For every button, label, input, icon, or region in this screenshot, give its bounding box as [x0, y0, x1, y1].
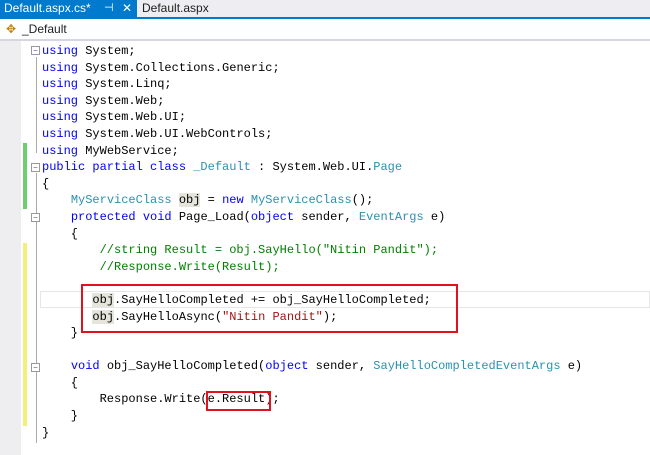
- class-icon: ✥: [6, 22, 17, 36]
- code-token: }: [42, 326, 79, 341]
- code-line: {: [42, 375, 582, 392]
- code-line: using System.Collections.Generic;: [42, 60, 582, 77]
- code-token: object: [265, 359, 309, 374]
- outline-guide: [36, 57, 37, 153]
- code-token: MyWebService;: [78, 143, 179, 158]
- code-token: Page: [373, 160, 403, 175]
- code-line: }: [42, 425, 582, 442]
- code-token: obj_SayHelloCompleted(: [99, 359, 266, 374]
- code-token: }: [42, 409, 79, 424]
- code-token: ();: [351, 193, 374, 208]
- code-token: Page_Load(: [171, 209, 251, 224]
- code-token: sender,: [294, 209, 359, 224]
- code-token: object: [250, 209, 295, 224]
- unsaved-change-bar: [23, 243, 27, 426]
- code-token: using: [42, 44, 79, 58]
- code-token: e): [423, 209, 446, 224]
- code-editor[interactable]: using System; using System.Collections.Ge…: [42, 43, 582, 441]
- collapse-icon[interactable]: −: [31, 163, 40, 172]
- class-dropdown[interactable]: _Default: [22, 22, 67, 36]
- code-line: //string Result = obj.SayHello("Nitin Pa…: [42, 242, 582, 259]
- annotation-box: [206, 391, 271, 411]
- code-token: {: [42, 375, 79, 390]
- navigation-bar[interactable]: ✥ _Default: [0, 19, 650, 41]
- code-token: System.Web;: [78, 93, 165, 108]
- code-line: public partial class _Default : System.W…: [42, 159, 582, 176]
- code-line: using System;: [42, 43, 582, 60]
- code-token: using: [42, 93, 79, 108]
- code-line: {: [42, 226, 582, 243]
- code-token: SayHelloCompletedEventArgs: [373, 359, 561, 374]
- code-line: //Response.Write(Result);: [42, 259, 582, 276]
- code-line: using System.Web.UI.WebControls;: [42, 126, 582, 143]
- tab-default-aspx-cs[interactable]: Default.aspx.cs* ⊣ ✕: [0, 0, 137, 17]
- pin-icon[interactable]: ⊣: [104, 0, 114, 17]
- code-token: obj: [178, 193, 201, 208]
- code-line: protected void Page_Load(object sender, …: [42, 209, 582, 226]
- code-line: Response.Write(e.Result);: [42, 391, 582, 408]
- code-line: using System.Web;: [42, 93, 582, 110]
- annotation-box: [81, 284, 458, 333]
- code-token: MyServiceClass: [70, 193, 172, 208]
- code-token: System.Linq;: [78, 77, 172, 92]
- code-token: using: [42, 110, 79, 125]
- collapse-icon[interactable]: −: [31, 46, 40, 55]
- code-line: using MyWebService;: [42, 143, 582, 160]
- code-token: e): [560, 359, 583, 374]
- code-line: }: [42, 408, 582, 425]
- code-token: {: [42, 226, 79, 241]
- document-tab-strip: Default.aspx.cs* ⊣ ✕ Default.aspx: [0, 0, 650, 19]
- code-token: System.Web.UI.WebControls;: [78, 126, 273, 141]
- code-token: System;: [78, 44, 136, 58]
- code-token: public partial class: [42, 160, 187, 175]
- code-token: using: [42, 60, 79, 75]
- code-token: using: [42, 77, 79, 92]
- code-token: }: [42, 425, 50, 440]
- code-token: //string Result = obj.SayHello("Nitin Pa…: [42, 243, 439, 258]
- tab-default-aspx[interactable]: Default.aspx: [138, 0, 213, 17]
- code-token: System.Web.UI;: [78, 110, 187, 125]
- code-token: protected void: [70, 209, 172, 224]
- editor-gutter: [0, 41, 21, 455]
- tab-label: Default.aspx: [142, 1, 209, 15]
- tab-label: Default.aspx.cs*: [4, 1, 91, 15]
- code-token: void: [70, 359, 100, 374]
- code-token: System.Collections.Generic;: [78, 60, 280, 75]
- code-token: =: [200, 193, 223, 208]
- code-token: EventArgs: [358, 209, 424, 224]
- code-line: using System.Linq;: [42, 76, 582, 93]
- code-token: //Response.Write(Result);: [42, 259, 280, 274]
- code-line: using System.Web.UI;: [42, 109, 582, 126]
- code-token: sender,: [308, 359, 374, 374]
- collapse-icon[interactable]: −: [31, 213, 40, 222]
- close-icon[interactable]: ✕: [122, 0, 132, 17]
- collapse-icon[interactable]: −: [31, 363, 40, 372]
- code-token: : System.Web.UI.: [250, 160, 374, 175]
- code-token: using: [42, 126, 79, 141]
- code-line: {: [42, 176, 582, 193]
- code-token: MyServiceClass: [250, 193, 352, 208]
- code-line: MyServiceClass obj = new MyServiceClass(…: [42, 192, 582, 209]
- code-token: new: [222, 193, 244, 208]
- code-line: void obj_SayHelloCompleted(object sender…: [42, 358, 582, 375]
- saved-change-bar: [23, 143, 27, 209]
- code-token: {: [42, 176, 50, 191]
- code-token: _Default: [193, 160, 251, 175]
- code-token: using: [42, 143, 79, 158]
